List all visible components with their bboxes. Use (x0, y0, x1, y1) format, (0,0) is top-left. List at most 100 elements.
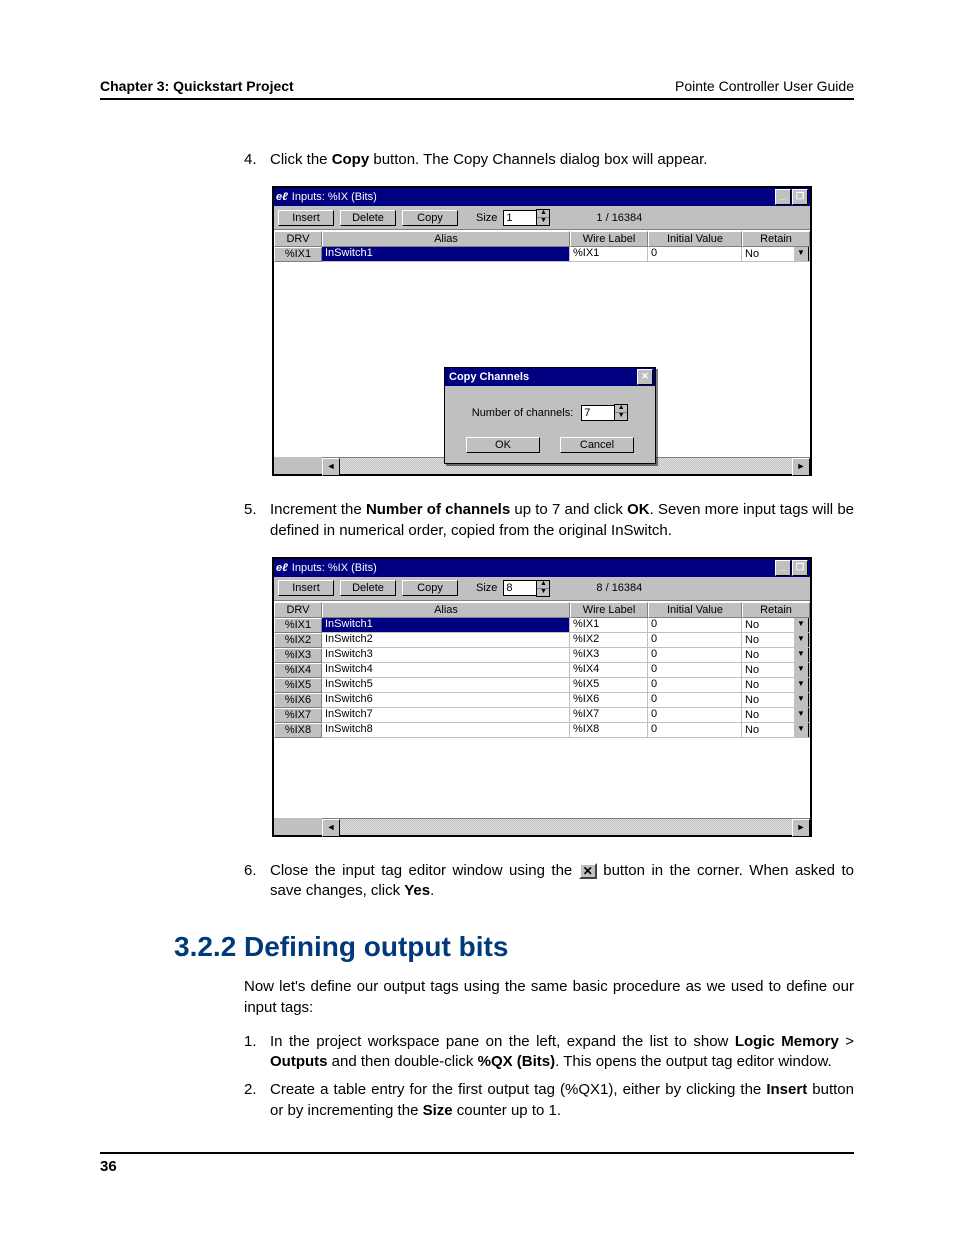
table-row[interactable]: %IX5InSwitch5%IX50No▼ (274, 678, 810, 693)
wire-cell[interactable]: %IX1 (570, 618, 648, 633)
delete-button[interactable]: Delete (340, 210, 396, 226)
app-icon: eℓ (276, 562, 288, 574)
copy-button[interactable]: Copy (402, 580, 458, 596)
table-row[interactable]: %IX8InSwitch8%IX80No▼ (274, 723, 810, 738)
retain-cell[interactable]: No▼ (742, 708, 810, 723)
alias-cell[interactable]: InSwitch5 (322, 678, 570, 693)
init-cell[interactable]: 0 (648, 247, 742, 262)
retain-cell[interactable]: No▼ (742, 678, 810, 693)
retain-cell[interactable]: No▼ (742, 693, 810, 708)
wire-cell[interactable]: %IX7 (570, 708, 648, 723)
size-label: Size (476, 582, 497, 594)
size-spinner[interactable]: ▲ ▼ (503, 580, 550, 597)
init-cell[interactable]: 0 (648, 708, 742, 723)
wire-cell[interactable]: %IX3 (570, 648, 648, 663)
alias-cell[interactable]: InSwitch3 (322, 648, 570, 663)
wire-cell[interactable]: %IX8 (570, 723, 648, 738)
init-cell[interactable]: 0 (648, 663, 742, 678)
dropdown-icon[interactable]: ▼ (793, 247, 809, 262)
copy-button[interactable]: Copy (402, 210, 458, 226)
alias-cell[interactable]: InSwitch2 (322, 633, 570, 648)
dropdown-icon[interactable]: ▼ (793, 663, 809, 678)
spin-down-icon[interactable]: ▼ (615, 413, 627, 420)
init-cell[interactable]: 0 (648, 633, 742, 648)
alias-cell[interactable]: InSwitch6 (322, 693, 570, 708)
init-cell[interactable]: 0 (648, 723, 742, 738)
scroll-left-icon[interactable]: ◄ (322, 819, 340, 837)
table-row[interactable]: %IX3InSwitch3%IX30No▼ (274, 648, 810, 663)
row-header[interactable]: %IX2 (274, 633, 322, 648)
spin-down-icon[interactable]: ▼ (537, 589, 549, 596)
row-header[interactable]: %IX4 (274, 663, 322, 678)
wire-cell[interactable]: %IX6 (570, 693, 648, 708)
table-row[interactable]: %IX1InSwitch1%IX10No▼ (274, 618, 810, 633)
alias-cell[interactable]: InSwitch1 (322, 618, 570, 633)
retain-cell[interactable]: No▼ (742, 633, 810, 648)
init-cell[interactable]: 0 (648, 648, 742, 663)
size-input[interactable] (503, 580, 536, 596)
dropdown-icon[interactable]: ▼ (793, 618, 809, 633)
channels-input[interactable] (581, 405, 614, 421)
alias-cell[interactable]: InSwitch4 (322, 663, 570, 678)
scroll-left-icon[interactable]: ◄ (322, 458, 340, 476)
h-scrollbar[interactable]: ◄ ► (322, 818, 810, 835)
step-6: 6. Close the input tag editor window usi… (244, 861, 854, 902)
dialog-title: Copy Channels (449, 371, 529, 383)
insert-button[interactable]: Insert (278, 580, 334, 596)
init-cell[interactable]: 0 (648, 678, 742, 693)
ok-button[interactable]: OK (466, 437, 540, 453)
wire-cell[interactable]: %IX1 (570, 247, 648, 262)
alias-cell[interactable]: InSwitch8 (322, 723, 570, 738)
chapter-title: Chapter 3: Quickstart Project (100, 78, 294, 94)
row-header[interactable]: %IX3 (274, 648, 322, 663)
dropdown-icon[interactable]: ▼ (793, 708, 809, 723)
close-icon: ✕ (579, 863, 597, 879)
dropdown-icon[interactable]: ▼ (793, 723, 809, 738)
cancel-button[interactable]: Cancel (560, 437, 634, 453)
minimize-icon[interactable]: _ (775, 189, 791, 205)
alias-cell[interactable]: InSwitch7 (322, 708, 570, 723)
spin-down-icon[interactable]: ▼ (537, 218, 549, 225)
row-header[interactable]: %IX1 (274, 247, 322, 262)
bold: Size (423, 1102, 453, 1119)
retain-cell[interactable]: No ▼ (742, 247, 810, 262)
retain-cell[interactable]: No▼ (742, 618, 810, 633)
table-row[interactable]: %IX1 InSwitch1 %IX1 0 No ▼ (274, 247, 810, 262)
dropdown-icon[interactable]: ▼ (793, 693, 809, 708)
dropdown-icon[interactable]: ▼ (793, 633, 809, 648)
alias-cell[interactable]: InSwitch1 (322, 247, 570, 262)
dropdown-icon[interactable]: ▼ (793, 678, 809, 693)
table-row[interactable]: %IX7InSwitch7%IX70No▼ (274, 708, 810, 723)
init-cell[interactable]: 0 (648, 618, 742, 633)
scroll-right-icon[interactable]: ► (792, 819, 810, 837)
row-header[interactable]: %IX1 (274, 618, 322, 633)
init-cell[interactable]: 0 (648, 693, 742, 708)
table-row[interactable]: %IX4InSwitch4%IX40No▼ (274, 663, 810, 678)
row-header[interactable]: %IX8 (274, 723, 322, 738)
wire-cell[interactable]: %IX4 (570, 663, 648, 678)
row-header[interactable]: %IX6 (274, 693, 322, 708)
table-row[interactable]: %IX6InSwitch6%IX60No▼ (274, 693, 810, 708)
retain-cell[interactable]: No▼ (742, 723, 810, 738)
scroll-right-icon[interactable]: ► (792, 458, 810, 476)
step-number: 6. (244, 861, 270, 902)
row-header[interactable]: %IX7 (274, 708, 322, 723)
maximize-icon[interactable]: ❐ (792, 189, 808, 205)
insert-button[interactable]: Insert (278, 210, 334, 226)
minimize-icon[interactable]: _ (775, 560, 791, 576)
delete-button[interactable]: Delete (340, 580, 396, 596)
wire-cell[interactable]: %IX5 (570, 678, 648, 693)
step-text: In the project workspace pane on the lef… (270, 1033, 735, 1050)
size-spinner[interactable]: ▲ ▼ (503, 209, 550, 226)
row-header[interactable]: %IX5 (274, 678, 322, 693)
channels-spinner[interactable]: ▲ ▼ (581, 404, 628, 421)
retain-cell[interactable]: No▼ (742, 648, 810, 663)
maximize-icon[interactable]: ❐ (792, 560, 808, 576)
table-row[interactable]: %IX2InSwitch2%IX20No▼ (274, 633, 810, 648)
scroll-track[interactable] (340, 819, 792, 835)
close-icon[interactable]: ✕ (637, 369, 653, 385)
size-input[interactable] (503, 210, 536, 226)
dropdown-icon[interactable]: ▼ (793, 648, 809, 663)
wire-cell[interactable]: %IX2 (570, 633, 648, 648)
retain-cell[interactable]: No▼ (742, 663, 810, 678)
